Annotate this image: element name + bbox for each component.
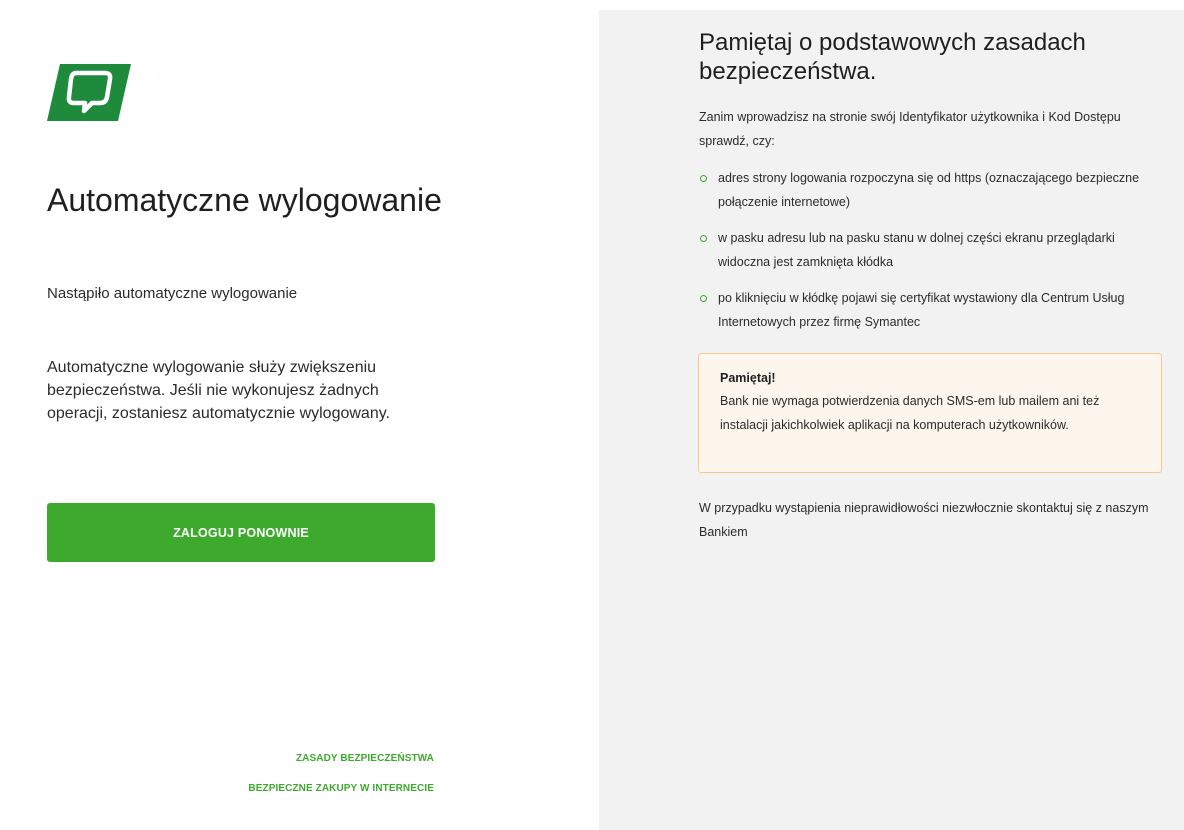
checklist-item-text: po kliknięciu w kłódkę pojawi się certyf… [718, 291, 1125, 329]
safe-online-shopping-link[interactable]: BEZPIECZNE ZAKUPY W INTERNECIE [248, 783, 434, 794]
relogin-button[interactable]: ZALOGUJ PONOWNIE [47, 503, 435, 562]
warning-notice: Pamiętaj! Bank nie wymaga potwierdzenia … [698, 353, 1162, 473]
bullet-circle-icon [700, 295, 707, 302]
bullet-circle-icon [700, 175, 707, 182]
checklist-item: po kliknięciu w kłódkę pojawi się certyf… [699, 286, 1169, 334]
security-checklist: adres strony logowania rozpoczyna się od… [699, 166, 1169, 346]
security-heading: Pamiętaj o podstawowych zasadach bezpiec… [699, 29, 1086, 85]
logout-description: Automatyczne wylogowanie służy zwiększen… [47, 359, 390, 422]
notice-title: Pamiętaj! [720, 371, 776, 385]
checklist-item-text: w pasku adresu lub na pasku stanu w doln… [718, 231, 1115, 269]
security-rules-link[interactable]: ZASADY BEZPIECZEŃSTWA [296, 753, 434, 764]
page-title: Automatyczne wylogowanie [47, 182, 442, 218]
bank-logo [47, 64, 131, 121]
logout-panel: Automatyczne wylogowanie Nastąpiło autom… [0, 0, 599, 830]
security-intro: Zanim wprowadzisz na stronie swój Identy… [699, 110, 1121, 148]
bullet-circle-icon [700, 235, 707, 242]
checklist-item: adres strony logowania rozpoczyna się od… [699, 166, 1169, 214]
auto-logout-page: Automatyczne wylogowanie Nastąpiło autom… [0, 0, 1184, 830]
security-tips-panel: Pamiętaj o podstawowych zasadach bezpiec… [599, 10, 1184, 830]
notice-body: Bank nie wymaga potwierdzenia danych SMS… [720, 394, 1100, 432]
logout-status-text: Nastąpiło automatyczne wylogowanie [47, 285, 298, 302]
checklist-item-text: adres strony logowania rozpoczyna się od… [718, 171, 1140, 209]
contact-bank-text: W przypadku wystąpienia nieprawidłowości… [699, 501, 1149, 539]
bank-logo-speech-bubble-icon [47, 64, 131, 121]
checklist-item: w pasku adresu lub na pasku stanu w doln… [699, 226, 1169, 274]
